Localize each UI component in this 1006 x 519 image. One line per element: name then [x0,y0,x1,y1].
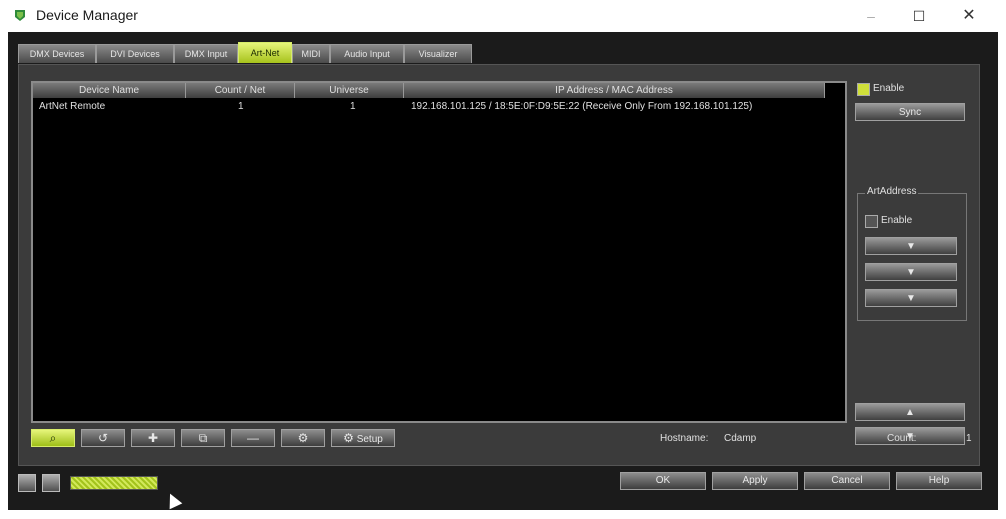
settings-button[interactable]: ⚙ [281,429,325,447]
header-universe[interactable]: Universe [295,83,404,98]
add-button[interactable]: ✚ [131,429,175,447]
maximize-button[interactable]: ☐ [896,4,942,28]
art-address-down-button-3[interactable]: ▼ [865,289,957,307]
tab-dmx-input[interactable]: DMX Input [174,44,238,63]
cancel-button[interactable]: Cancel [804,472,890,490]
count-value: 1 [966,433,972,444]
title-bar: Device Manager – ☐ ✕ [0,0,1006,32]
tab-audio-input[interactable]: Audio Input [330,44,404,63]
hostname-label: Hostname: [660,433,709,444]
art-net-panel: Device Name Count / Net Universe IP Addr… [18,64,980,466]
header-ip-address[interactable]: IP Address / MAC Address [404,83,825,98]
table-header: Device Name Count / Net Universe IP Addr… [33,83,845,98]
help-button[interactable]: Help [896,472,982,490]
minimize-button[interactable]: – [848,4,894,28]
gear-icon: ⚙ [343,431,354,445]
hostname-value: Cdamp [724,433,757,444]
copy-button[interactable]: ⧉ [181,429,225,447]
move-up-button[interactable]: ▲ [855,403,965,421]
progress-bar [70,476,158,490]
header-device-name[interactable]: Device Name [33,83,186,98]
refresh-button[interactable]: ↺ [81,429,125,447]
art-address-title: ArtAddress [865,186,919,197]
art-address-enable-label: Enable [881,215,913,226]
search-icon: ⌕ [49,431,57,445]
cell-address: 192.168.101.125 / 18:5E:0F:D9:5E:22 (Rec… [411,101,753,112]
tab-midi[interactable]: MIDI [292,44,330,63]
cell-count-net: 1 [238,101,244,112]
ok-button[interactable]: OK [620,472,706,490]
cell-device-name: ArtNet Remote [39,101,106,112]
refresh-icon: ↺ [97,431,109,445]
header-count-net[interactable]: Count / Net [186,83,295,98]
art-address-down-button-2[interactable]: ▼ [865,263,957,281]
tab-art-net[interactable]: Art-Net [238,42,292,63]
setup-label: Setup [356,434,383,445]
gear-icon: ⚙ [297,431,309,445]
cell-universe: 1 [350,101,356,112]
setup-button[interactable]: ⚙ Setup [331,429,395,447]
device-manager-client: DMX Devices DVI Devices DMX Input Art-Ne… [8,32,998,510]
copy-icon: ⧉ [198,431,208,445]
enable-label: Enable [873,83,905,94]
apply-button[interactable]: Apply [712,472,798,490]
device-table[interactable]: Device Name Count / Net Universe IP Addr… [31,81,847,423]
tab-dvi-devices[interactable]: DVI Devices [96,44,174,63]
sync-button[interactable]: Sync [855,103,965,121]
add-icon: ✚ [147,431,159,445]
art-address-down-button-1[interactable]: ▼ [865,237,957,255]
search-button[interactable]: ⌕ [31,429,75,447]
remove-button[interactable]: — [231,429,275,447]
app-icon [15,10,25,21]
save-icon[interactable] [42,474,60,492]
count-label: Count: [887,433,917,444]
enable-checkbox[interactable] [857,83,870,96]
remove-icon: — [247,431,259,445]
art-address-enable-checkbox[interactable] [865,215,878,228]
tab-visualizer[interactable]: Visualizer [404,44,472,63]
tab-dmx-devices[interactable]: DMX Devices [18,44,96,63]
close-button[interactable]: ✕ [946,4,992,28]
window-title: Device Manager [36,7,138,23]
mouse-cursor [163,490,183,510]
monitor-icon[interactable] [18,474,36,492]
table-row[interactable]: ArtNet Remote 1 1 192.168.101.125 / 18:5… [33,99,833,114]
